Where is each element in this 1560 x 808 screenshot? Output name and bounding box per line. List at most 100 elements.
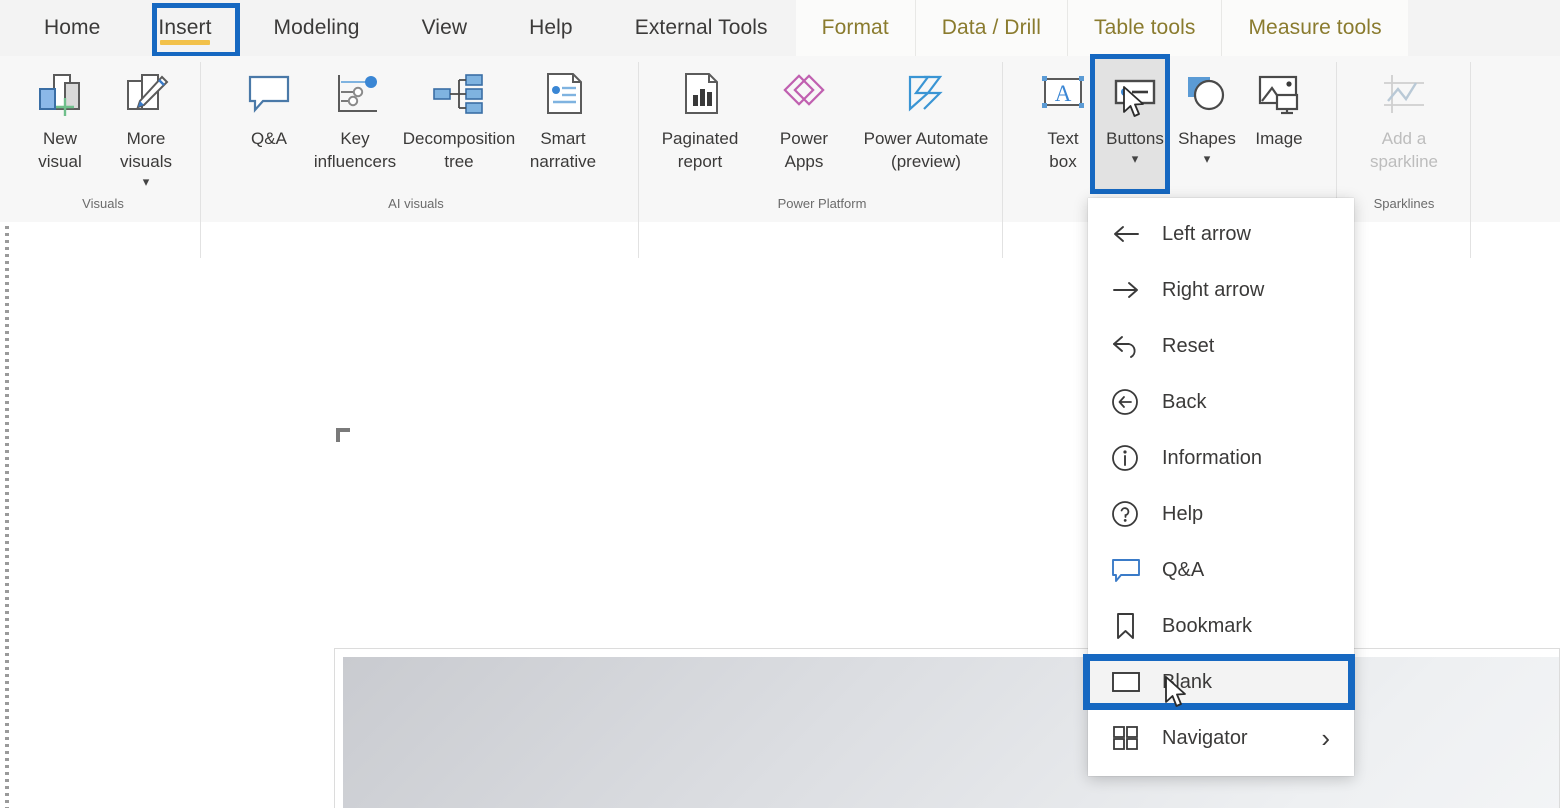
tab-insert[interactable]: Insert	[144, 0, 225, 56]
tab-data-drill[interactable]: Data / Drill	[914, 0, 1067, 56]
decomposition-tree-icon	[428, 64, 490, 126]
menu-item-blank[interactable]: Blank	[1083, 654, 1355, 710]
menu-item-information[interactable]: Information	[1088, 430, 1354, 486]
paginated-report-icon	[672, 64, 728, 126]
key-influencers-icon	[327, 64, 383, 126]
new-visual-icon	[32, 64, 88, 126]
menu-item-reset[interactable]: Reset	[1088, 318, 1354, 374]
ribbon-item-paginated-report[interactable]: Paginated report	[639, 56, 761, 174]
ribbon-group-power-platform-label: Power Platform	[777, 196, 867, 211]
shapes-icon	[1179, 64, 1235, 126]
chevron-down-icon[interactable]: ▾	[1204, 152, 1211, 165]
selected-visual[interactable]	[334, 648, 1560, 808]
ribbon-group-ai-visuals-label: AI visuals	[388, 196, 444, 211]
left-arrow-icon	[1110, 222, 1150, 246]
menu-item-navigator[interactable]: Navigator ›	[1088, 710, 1354, 766]
qna-icon	[241, 64, 297, 126]
tab-table-tools-label: Table tools	[1093, 16, 1196, 39]
menu-item-help-label: Help	[1162, 502, 1204, 525]
menu-item-back[interactable]: Back	[1088, 374, 1354, 430]
tab-home[interactable]: Home	[30, 0, 114, 56]
ribbon-item-text-box[interactable]: A Text box	[1027, 56, 1099, 174]
buttons-dropdown-menu[interactable]: Left arrow Right arrow Reset Back Inform	[1083, 198, 1355, 776]
help-circle-icon	[1110, 499, 1150, 529]
tab-external-tools-label: External Tools	[634, 16, 768, 39]
ribbon-item-decomposition-tree[interactable]: Decomposition tree	[398, 56, 520, 174]
ribbon-group-visuals: New visual More visuals ▾ Visuals	[8, 56, 198, 222]
tab-measure-tools-label: Measure tools	[1248, 16, 1382, 39]
power-apps-icon	[776, 64, 832, 126]
group-separator-5	[1470, 62, 1471, 258]
menu-item-reset-label: Reset	[1162, 334, 1215, 357]
right-arrow-icon	[1110, 278, 1150, 302]
mouse-cursor-menu	[1164, 676, 1190, 710]
ribbon-item-decomposition-tree-label: Decomposition tree	[402, 129, 516, 171]
ribbon-item-key-influencers-label: Key influencers	[313, 129, 397, 171]
tab-insert-underline	[160, 40, 210, 45]
ribbon-item-shapes[interactable]: Shapes ▾	[1171, 56, 1243, 165]
canvas-left-dotted-rail	[5, 226, 9, 808]
tab-format[interactable]: Format	[795, 0, 915, 56]
power-bi-window: Home Insert Modeling View Help External …	[0, 0, 1560, 808]
chevron-down-icon[interactable]: ▾	[143, 175, 150, 188]
ribbon-item-more-visuals-label: More visuals	[120, 129, 172, 171]
menu-item-information-label: Information	[1162, 446, 1263, 469]
ribbon-item-shapes-label: Shapes	[1178, 129, 1236, 148]
tab-insert-label: Insert	[158, 16, 212, 39]
sparkline-icon	[1376, 64, 1432, 126]
text-box-icon: A	[1035, 64, 1091, 126]
menu-item-bookmark[interactable]: Bookmark	[1088, 598, 1354, 654]
tab-home-label: Home	[44, 16, 101, 39]
tab-external-tools[interactable]: External Tools	[621, 0, 782, 56]
menu-item-qna[interactable]: Q&A	[1088, 542, 1354, 598]
menu-item-navigator-label: Navigator	[1162, 726, 1248, 749]
ribbon-group-sparklines-label: Sparklines	[1373, 196, 1435, 211]
tab-view[interactable]: View	[408, 0, 482, 56]
ribbon-group-visuals-label: Visuals	[82, 196, 124, 211]
selection-handle-top-left[interactable]	[336, 428, 350, 442]
ribbon-item-power-apps-label: Power Apps	[779, 129, 829, 171]
menu-item-help[interactable]: Help	[1088, 486, 1354, 542]
ribbon-item-new-visual[interactable]: New visual	[17, 56, 103, 174]
tab-table-tools[interactable]: Table tools	[1066, 0, 1222, 56]
ribbon-item-text-box-label: Text box	[1047, 129, 1079, 171]
menu-item-bookmark-label: Bookmark	[1162, 614, 1253, 637]
ribbon-item-power-automate-label: Power Automate (preview)	[863, 129, 989, 171]
back-circle-icon	[1110, 387, 1150, 417]
menu-item-left-arrow[interactable]: Left arrow	[1088, 206, 1354, 262]
chevron-right-icon: ›	[1321, 722, 1330, 753]
bookmark-icon	[1110, 611, 1150, 641]
tab-modeling[interactable]: Modeling	[260, 0, 374, 56]
svg-text:A: A	[1055, 81, 1072, 106]
ribbon-item-image-label: Image	[1255, 129, 1303, 148]
ribbon-item-paginated-report-label: Paginated report	[661, 129, 739, 171]
ribbon-item-power-apps[interactable]: Power Apps	[761, 56, 847, 174]
info-circle-icon	[1110, 443, 1150, 473]
ribbon-item-smart-narrative-label: Smart narrative	[529, 129, 597, 171]
ribbon-item-smart-narrative[interactable]: Smart narrative	[520, 56, 606, 174]
ribbon-item-qna[interactable]: Q&A	[226, 56, 312, 151]
ribbon-item-buttons-label: Buttons	[1106, 129, 1164, 148]
ribbon-group-ai-visuals: Q&A Key influencers Decomposition tree S…	[206, 56, 626, 222]
more-visuals-icon	[118, 64, 174, 126]
menu-item-qna-label: Q&A	[1162, 558, 1205, 581]
tab-modeling-label: Modeling	[273, 16, 360, 39]
visual-fill	[343, 657, 1559, 808]
chevron-down-icon[interactable]: ▾	[1132, 152, 1139, 165]
ribbon-item-more-visuals[interactable]: More visuals ▾	[103, 56, 189, 188]
ribbon-item-add-a-sparkline[interactable]: Add a sparkline	[1361, 56, 1447, 174]
tab-data-drill-label: Data / Drill	[941, 16, 1041, 39]
image-icon	[1251, 64, 1307, 126]
menu-item-back-label: Back	[1162, 390, 1207, 413]
qna-bubble-icon	[1110, 556, 1150, 584]
menu-item-right-arrow[interactable]: Right arrow	[1088, 262, 1354, 318]
menu-item-right-arrow-label: Right arrow	[1162, 278, 1265, 301]
ribbon-item-key-influencers[interactable]: Key influencers	[312, 56, 398, 174]
ribbon-item-image[interactable]: Image	[1243, 56, 1315, 151]
tab-measure-tools[interactable]: Measure tools	[1221, 0, 1408, 56]
ribbon-item-power-automate[interactable]: Power Automate (preview)	[847, 56, 1005, 174]
group-separator-1	[200, 62, 201, 258]
tab-format-label: Format	[821, 16, 889, 39]
mouse-cursor-ribbon	[1122, 86, 1148, 120]
tab-help[interactable]: Help	[515, 0, 587, 56]
